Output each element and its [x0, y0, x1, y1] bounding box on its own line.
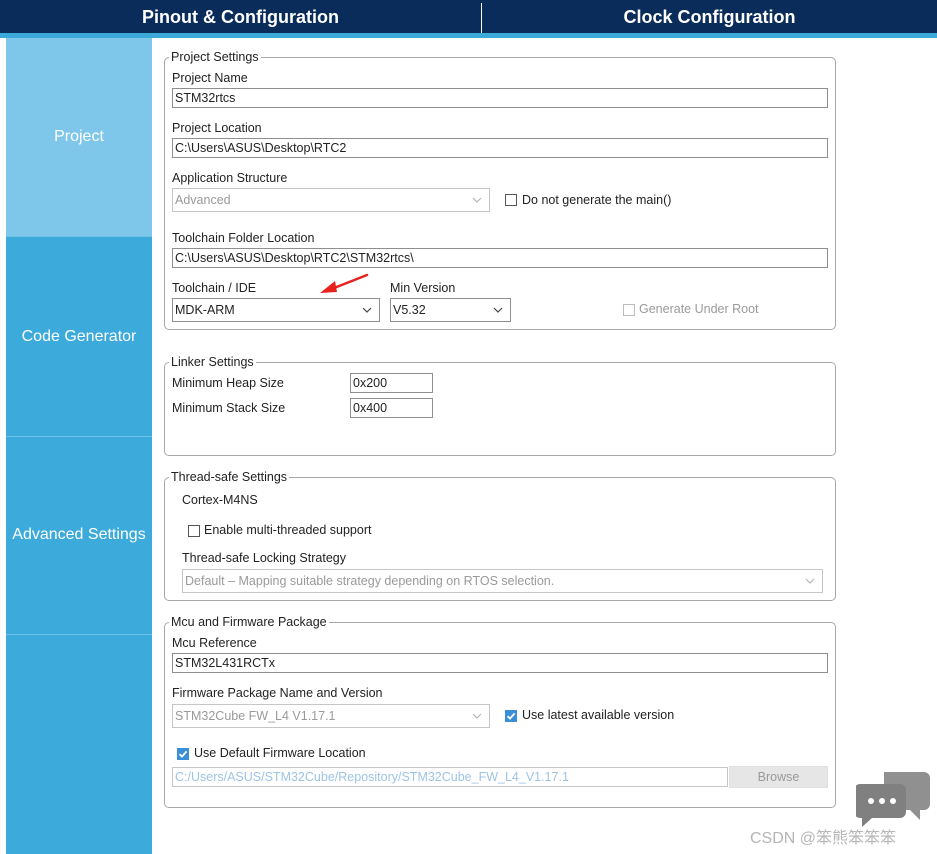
multithread-label: Enable multi-threaded support [204, 523, 372, 537]
app-structure-value: Advanced [175, 193, 231, 207]
generate-under-root-label: Generate Under Root [639, 302, 759, 316]
project-location-label: Project Location [172, 121, 262, 135]
use-latest-label: Use latest available version [522, 708, 675, 722]
locking-strategy-label: Thread-safe Locking Strategy [182, 551, 346, 565]
stack-size-input[interactable]: 0x400 [350, 398, 433, 418]
toolchain-folder-input[interactable]: C:\Users\ASUS\Desktop\RTC2\STM32rtcs\ [172, 248, 828, 268]
sidebar-item-advanced-settings[interactable]: Advanced Settings [6, 436, 152, 635]
chevron-down-icon [472, 713, 482, 719]
linker-settings-legend: Linker Settings [169, 355, 256, 370]
tab-clock-configuration[interactable]: Clock Configuration [482, 0, 937, 33]
chevron-down-icon [493, 307, 503, 313]
core-name: Cortex-M4NS [182, 493, 258, 507]
toolchain-ide-select[interactable]: MDK-ARM [172, 298, 380, 322]
project-settings-group: Project Settings Project Name STM32rtcs … [164, 50, 836, 330]
locking-strategy-value: Default – Mapping suitable strategy depe… [185, 574, 555, 588]
chat-bubble-icon [856, 772, 930, 827]
sidebar-item-empty [6, 635, 152, 834]
generate-under-root-checkbox[interactable] [623, 304, 635, 316]
sidebar-item-project[interactable]: Project [6, 38, 152, 237]
firmware-package-value: STM32Cube FW_L4 V1.17.1 [175, 709, 336, 723]
sidebar-item-label: Code Generator [21, 328, 137, 345]
sidebar: Project Code Generator Advanced Settings [6, 38, 152, 854]
no-main-checkbox[interactable] [505, 194, 517, 206]
stack-size-label: Minimum Stack Size [172, 401, 286, 415]
mcu-reference-input[interactable]: STM32L431RCTx [172, 653, 828, 673]
mcu-firmware-group: Mcu and Firmware Package Mcu Reference S… [164, 615, 836, 808]
checkmark-icon [506, 712, 516, 720]
heap-size-label: Minimum Heap Size [172, 376, 284, 390]
thread-safe-legend: Thread-safe Settings [169, 470, 290, 485]
tab-pinout-configuration[interactable]: Pinout & Configuration [0, 0, 481, 33]
min-version-label: Min Version [390, 281, 456, 295]
thread-safe-settings-group: Thread-safe Settings Cortex-M4NS Enable … [164, 470, 836, 601]
watermark-text: CSDN @笨熊笨笨笨 [750, 830, 897, 847]
linker-settings-group: Linker Settings Minimum Heap Size 0x200 … [164, 355, 836, 456]
project-settings-legend: Project Settings [169, 50, 261, 65]
multithread-checkbox[interactable] [188, 525, 200, 537]
sidebar-item-label: Project [54, 128, 104, 145]
browse-button[interactable]: Browse [729, 766, 828, 788]
sidebar-item-label: Advanced Settings [12, 526, 146, 543]
use-default-location-label: Use Default Firmware Location [194, 746, 366, 760]
heap-size-input[interactable]: 0x200 [350, 373, 433, 393]
app-structure-label: Application Structure [172, 171, 288, 185]
min-version-value: V5.32 [393, 303, 426, 317]
app-structure-select[interactable]: Advanced [172, 188, 490, 212]
toolchain-folder-label: Toolchain Folder Location [172, 231, 315, 245]
mcu-firmware-legend: Mcu and Firmware Package [169, 615, 329, 630]
toolchain-ide-label: Toolchain / IDE [172, 281, 257, 295]
use-latest-checkbox[interactable] [505, 710, 517, 722]
firmware-package-select[interactable]: STM32Cube FW_L4 V1.17.1 [172, 704, 490, 728]
locking-strategy-select[interactable]: Default – Mapping suitable strategy depe… [182, 569, 823, 593]
sidebar-item-code-generator[interactable]: Code Generator [6, 238, 152, 437]
project-name-input[interactable]: STM32rtcs [172, 88, 828, 108]
mcu-reference-label: Mcu Reference [172, 636, 257, 650]
toolchain-ide-value: MDK-ARM [175, 303, 235, 317]
checkmark-icon [178, 750, 188, 758]
top-tab-bar: Pinout & Configuration Clock Configurati… [0, 0, 937, 33]
project-name-label: Project Name [172, 71, 248, 85]
firmware-path-input[interactable]: C:/Users/ASUS/STM32Cube/Repository/STM32… [172, 767, 728, 787]
use-default-location-checkbox[interactable] [177, 748, 189, 760]
firmware-package-label: Firmware Package Name and Version [172, 686, 383, 700]
annotation-arrow-icon [320, 273, 369, 293]
no-main-label: Do not generate the main() [522, 193, 672, 207]
min-version-select[interactable]: V5.32 [390, 298, 511, 322]
chevron-down-icon [805, 578, 815, 584]
chevron-down-icon [362, 307, 372, 313]
project-location-input[interactable]: C:\Users\ASUS\Desktop\RTC2 [172, 138, 828, 158]
chevron-down-icon [472, 197, 482, 203]
